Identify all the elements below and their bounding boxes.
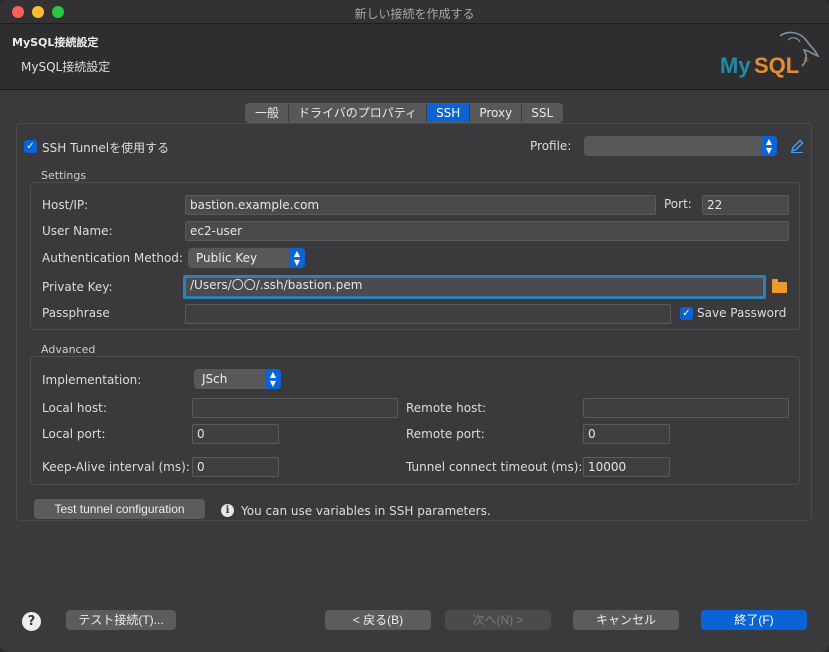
auth-method-select[interactable]: Public Key ▲ ▼ bbox=[188, 248, 305, 268]
local-port-label: Local port: bbox=[42, 427, 106, 441]
help-button[interactable]: ? bbox=[22, 612, 41, 631]
svg-text:®: ® bbox=[804, 57, 809, 64]
chevron-updown-icon: ▲ ▼ bbox=[289, 248, 305, 268]
private-key-label: Private Key: bbox=[42, 280, 113, 294]
host-label: Host/IP: bbox=[42, 198, 89, 212]
local-port-input[interactable]: 0 bbox=[192, 424, 279, 444]
header-subtitle: MySQL接続設定 bbox=[21, 60, 111, 74]
tab-ssh[interactable]: SSH bbox=[427, 104, 471, 122]
remote-host-label: Remote host: bbox=[406, 401, 487, 415]
user-name-label: User Name: bbox=[42, 224, 113, 238]
implementation-select[interactable]: JSch ▲ ▼ bbox=[194, 369, 281, 389]
user-name-input[interactable]: ec2-user bbox=[185, 221, 789, 241]
use-ssh-tunnel-label: SSH Tunnelを使用する bbox=[42, 141, 170, 155]
remote-host-input[interactable] bbox=[583, 398, 789, 418]
back-button[interactable]: < 戻る(B) bbox=[325, 610, 431, 630]
profile-label: Profile: bbox=[530, 139, 572, 153]
timeout-input[interactable]: 10000 bbox=[583, 457, 670, 477]
local-host-input[interactable] bbox=[192, 398, 398, 418]
implementation-label: Implementation: bbox=[42, 373, 142, 387]
info-icon: i bbox=[221, 504, 234, 517]
title-bar: 新しい接続を作成する bbox=[0, 0, 829, 24]
local-host-label: Local host: bbox=[42, 401, 107, 415]
svg-text:My: My bbox=[720, 53, 751, 78]
save-password-label: Save Password bbox=[697, 306, 787, 320]
info-text: You can use variables in SSH parameters. bbox=[241, 504, 491, 518]
keepalive-input[interactable]: 0 bbox=[192, 457, 279, 477]
timeout-label: Tunnel connect timeout (ms): bbox=[406, 460, 583, 474]
tab-ssl[interactable]: SSL bbox=[522, 104, 562, 122]
finish-button[interactable]: 終了(F) bbox=[701, 610, 807, 630]
cancel-button[interactable]: キャンセル bbox=[573, 610, 679, 630]
settings-group-label: Settings bbox=[41, 169, 87, 182]
svg-text:SQL: SQL bbox=[754, 53, 799, 78]
host-input[interactable]: bastion.example.com bbox=[185, 195, 656, 215]
header-title: MySQL接続設定 bbox=[12, 36, 99, 49]
private-key-input[interactable]: /Users/〇〇/.ssh/bastion.pem bbox=[183, 275, 766, 299]
tab-general[interactable]: 一般 bbox=[246, 104, 290, 122]
auth-method-value: Public Key bbox=[196, 251, 258, 265]
implementation-value: JSch bbox=[202, 372, 228, 386]
dialog-window: 新しい接続を作成する MySQL接続設定 MySQL接続設定 My SQL ® … bbox=[0, 0, 829, 652]
tab-proxy[interactable]: Proxy bbox=[470, 104, 523, 122]
port-label: Port: bbox=[664, 197, 692, 211]
chevron-updown-icon: ▲ ▼ bbox=[761, 136, 777, 156]
port-input[interactable]: 22 bbox=[702, 195, 789, 215]
test-connection-button[interactable]: テスト接続(T)... bbox=[66, 610, 176, 630]
mysql-dolphin-icon: My SQL ® bbox=[720, 31, 820, 78]
use-ssh-tunnel-checkbox[interactable]: ✓ bbox=[24, 140, 37, 153]
passphrase-input[interactable] bbox=[185, 304, 671, 324]
test-tunnel-button[interactable]: Test tunnel configuration bbox=[34, 499, 205, 519]
tab-driver-properties[interactable]: ドライバのプロパティ bbox=[289, 104, 428, 122]
window-title: 新しい接続を作成する bbox=[354, 7, 475, 21]
settings-tabs: 一般 ドライバのプロパティ SSH Proxy SSL bbox=[245, 103, 564, 123]
remote-port-label: Remote port: bbox=[406, 427, 485, 441]
chevron-updown-icon: ▲ ▼ bbox=[265, 369, 281, 389]
dialog-header: MySQL接続設定 MySQL接続設定 My SQL ® bbox=[0, 24, 829, 90]
passphrase-label: Passphrase bbox=[42, 306, 110, 320]
folder-icon[interactable] bbox=[772, 279, 787, 293]
next-button[interactable]: 次へ(N) > bbox=[445, 610, 551, 630]
keepalive-label: Keep-Alive interval (ms): bbox=[42, 460, 190, 474]
profile-select[interactable]: ▲ ▼ bbox=[584, 136, 777, 156]
remote-port-input[interactable]: 0 bbox=[583, 424, 670, 444]
advanced-group-label: Advanced bbox=[41, 343, 96, 356]
pencil-icon[interactable] bbox=[789, 138, 805, 154]
auth-method-label: Authentication Method: bbox=[42, 251, 183, 265]
save-password-checkbox[interactable]: ✓ bbox=[680, 307, 693, 320]
